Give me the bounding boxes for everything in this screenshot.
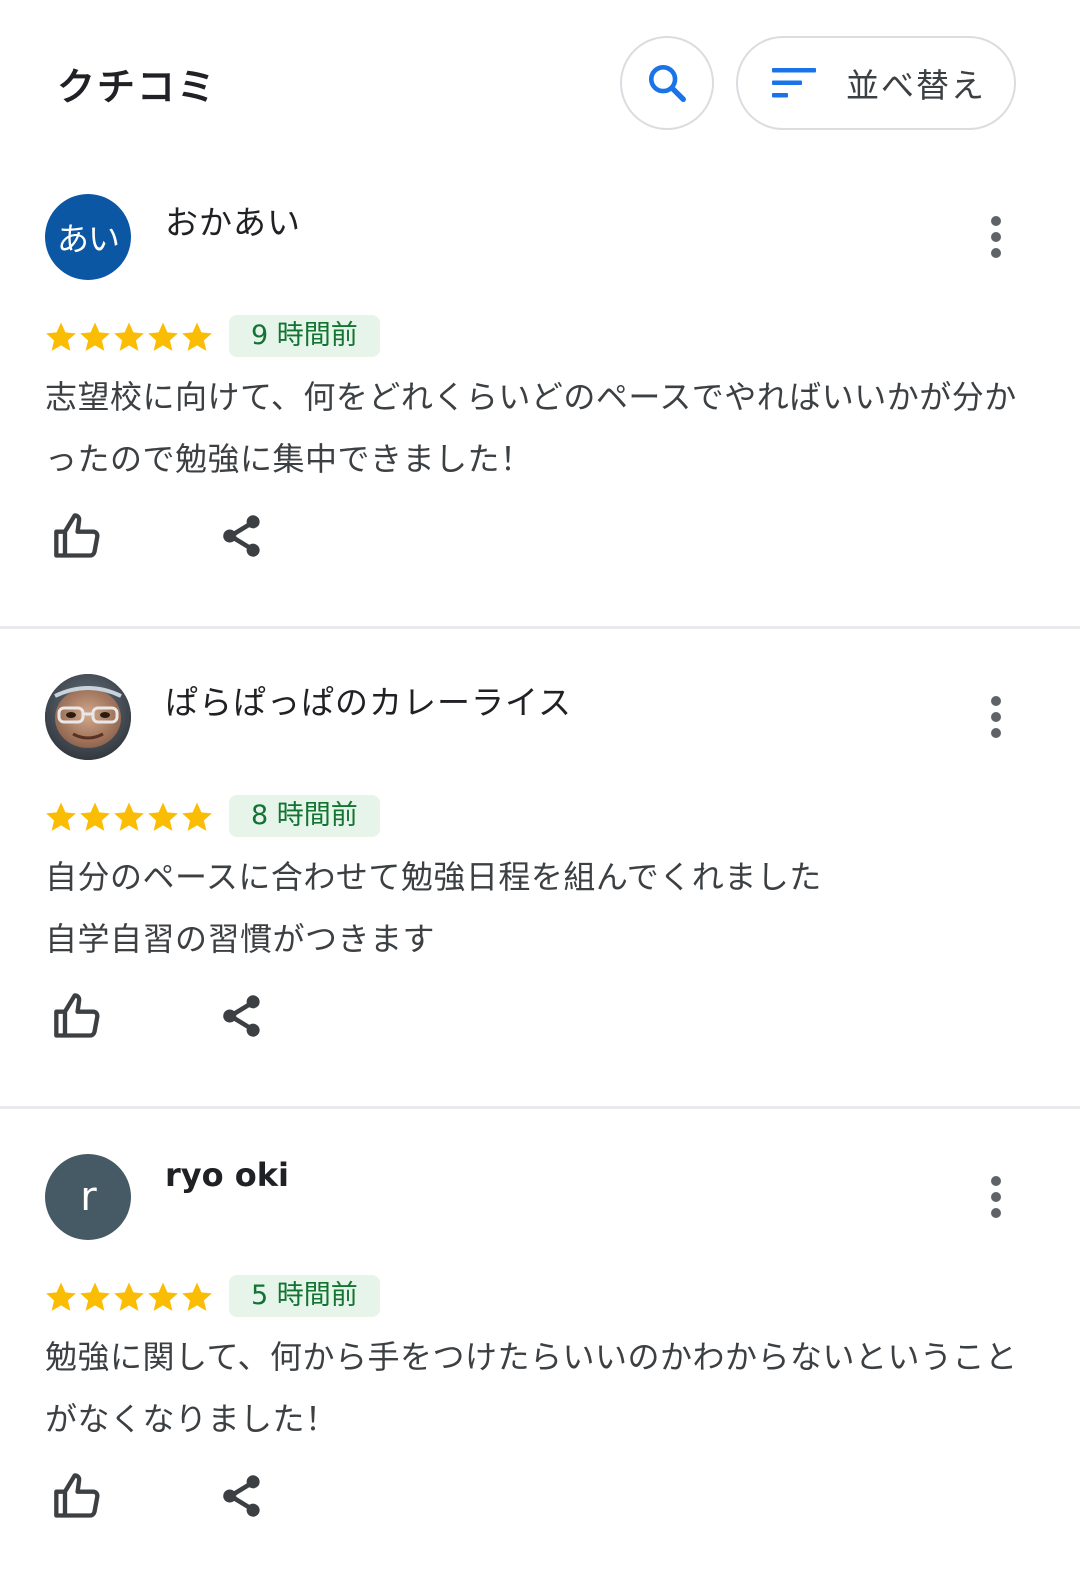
divider	[0, 1106, 1080, 1109]
review-text-line: がなくなりました！	[45, 1400, 338, 1438]
star-icon	[46, 802, 76, 831]
review-text: 志望校に向けて、何をどれくらいどのペースでやればいいかが分か ったので勉強に集中…	[45, 366, 1035, 490]
star-icon	[46, 1282, 76, 1311]
review-text-line: 自分のペースに合わせて勉強日程を組んでくれました	[45, 858, 822, 896]
star-icon	[114, 1282, 144, 1311]
time-badge: 9 時間前	[229, 315, 380, 357]
share-icon	[223, 515, 260, 557]
avatar[interactable]	[45, 674, 131, 760]
star-icon	[80, 322, 110, 351]
reviewer-name[interactable]: ryo oki	[165, 1156, 289, 1194]
avatar[interactable]: r	[45, 1154, 131, 1240]
reviewer-name[interactable]: おかあい	[165, 196, 301, 244]
review-text-line: 勉強に関して、何から手をつけたらいいのかわからないということ	[45, 1338, 1018, 1376]
time-badge: 8 時間前	[229, 795, 380, 837]
share-icon	[223, 995, 260, 1037]
share-button[interactable]	[214, 508, 270, 564]
thumbs-up-icon	[54, 513, 100, 558]
more-options-button[interactable]	[976, 1172, 1016, 1222]
star-icon	[114, 802, 144, 831]
avatar-photo	[45, 674, 131, 760]
review-text-line: ったので勉強に集中できました！	[45, 440, 533, 478]
thumbs-up-icon	[54, 993, 100, 1038]
star-icon	[148, 802, 178, 831]
star-icon	[46, 322, 76, 351]
more-options-button[interactable]	[976, 692, 1016, 742]
review-text-line: 志望校に向けて、何をどれくらいどのペースでやればいいかが分か	[45, 378, 1017, 416]
star-icon	[182, 322, 212, 351]
star-rating	[44, 320, 214, 354]
avatar[interactable]: あい	[45, 194, 131, 280]
star-icon	[80, 1282, 110, 1311]
avatar-initials: r	[80, 1174, 96, 1220]
search-button[interactable]	[620, 36, 714, 130]
review-text: 勉強に関して、何から手をつけたらいいのかわからないということ がなくなりました！	[45, 1326, 1035, 1450]
thumbs-up-icon	[54, 1473, 100, 1518]
like-button[interactable]	[50, 508, 106, 564]
star-rating	[44, 800, 214, 834]
avatar-initials: あい	[56, 220, 120, 258]
more-vert-icon	[991, 216, 1001, 258]
sort-label: 並べ替え	[846, 66, 986, 105]
page-title: クチコミ	[57, 65, 218, 109]
star-icon	[182, 802, 212, 831]
reviews-header: クチコミ 並べ替え	[0, 0, 1080, 170]
more-vert-icon	[991, 1176, 1001, 1218]
like-button[interactable]	[50, 1468, 106, 1524]
more-options-button[interactable]	[976, 212, 1016, 262]
share-button[interactable]	[214, 1468, 270, 1524]
more-vert-icon	[991, 696, 1001, 738]
sort-icon	[772, 66, 816, 100]
star-rating	[44, 1280, 214, 1314]
reviewer-name[interactable]: ぱらぱっぱのカレーライス	[165, 676, 572, 724]
review-text-line: 自学自習の習慣がつきます	[45, 920, 436, 958]
star-icon	[182, 1282, 212, 1311]
share-icon	[223, 1475, 260, 1517]
divider	[0, 626, 1080, 629]
search-icon	[648, 64, 686, 102]
star-icon	[80, 802, 110, 831]
like-button[interactable]	[50, 988, 106, 1044]
star-icon	[114, 322, 144, 351]
review-text: 自分のペースに合わせて勉強日程を組んでくれました 自学自習の習慣がつきます	[45, 846, 1035, 970]
star-icon	[148, 1282, 178, 1311]
star-icon	[148, 322, 178, 351]
share-button[interactable]	[214, 988, 270, 1044]
time-badge: 5 時間前	[229, 1275, 380, 1317]
sort-button[interactable]: 並べ替え	[736, 36, 1016, 130]
